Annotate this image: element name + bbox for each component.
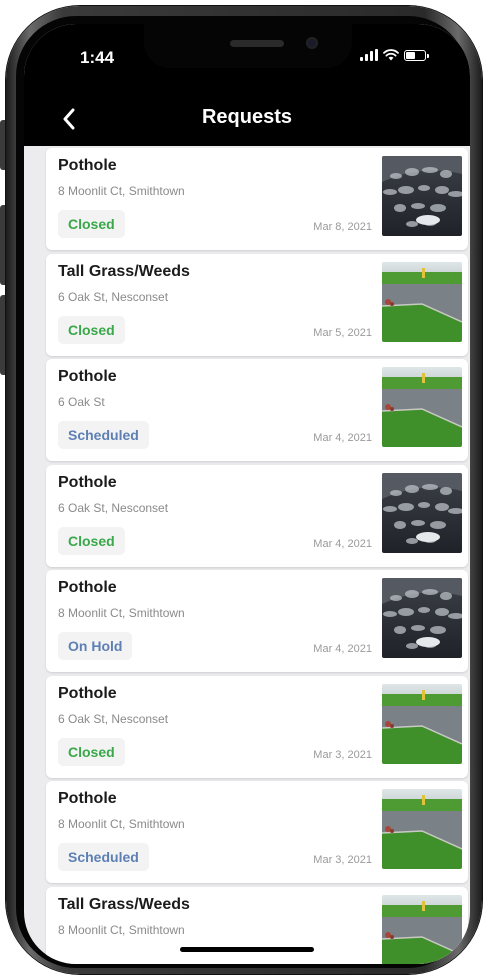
phone-mockup: 1:44 Requests Pothole 8 Moonlit Ct, Smit… [0,0,491,980]
request-card[interactable]: Pothole 8 Moonlit Ct, Smithtown On Hold Mar… [46,570,468,672]
pothole-photo-icon [382,156,462,236]
grass-photo-icon [382,894,462,964]
grass-photo-icon [382,683,462,764]
request-card[interactable]: Pothole 8 Moonlit Ct, Smithtown Scheduled M… [46,781,468,883]
request-address: 8 Moonlit Ct, Smithtown [58,184,185,198]
status-badge: Closed [58,210,125,238]
request-card[interactable]: Pothole 6 Oak St, Nesconset Closed Mar 3, 2… [46,675,468,778]
status-badge: Scheduled [58,843,149,871]
nav-bar: Requests [24,92,470,146]
wifi-icon [383,49,399,61]
grass-photo-icon [382,367,462,447]
request-card[interactable]: Pothole 6 Oak St, Nesconset Closed Mar 4, 2… [46,464,468,567]
request-thumbnail [382,789,462,869]
page-title: Requests [201,106,293,128]
status-bar: 1:44 [24,24,470,92]
request-address: 6 Oak St, Nesconset [58,289,169,304]
pothole-photo-icon [382,578,462,658]
request-address: 6 Oak St, Nesconset [58,711,169,726]
request-date: Mar 8, 2021 [313,221,372,233]
request-card[interactable]: Tall Grass/Weeds 6 Oak St, Nesconset Close… [46,253,468,356]
request-date: Mar 3, 2021 [313,854,372,866]
request-address: 8 Moonlit Ct, Smithtown [58,922,185,937]
request-card[interactable]: Pothole 8 Moonlit Ct, Smithtown Closed Mar … [46,148,468,250]
request-address: 8 Moonlit Ct, Smithtown [58,606,185,620]
status-badge: Closed [58,315,125,344]
home-indicator [180,947,314,952]
status-time: 1:44 [80,48,115,67]
request-thumbnail [382,578,462,658]
grass-photo-icon [382,261,462,342]
request-thumbnail [382,472,462,553]
status-badge: Scheduled [58,421,149,449]
status-badge: Closed [58,737,125,766]
request-date: Mar 5, 2021 [313,326,372,339]
request-title: Pothole [58,473,117,491]
request-thumbnail [382,683,462,764]
phone-screen: 1:44 Requests Pothole 8 Moonlit Ct, Smit… [24,24,470,964]
request-title: Pothole [58,790,117,807]
status-badge: On Hold [58,632,133,660]
request-thumbnail [382,156,462,236]
request-date: Mar 4, 2021 [313,432,372,444]
request-address: 6 Oak St, Nesconset [58,500,169,515]
status-badge: Closed [58,526,125,555]
front-camera [306,37,318,49]
request-title: Pothole [58,368,117,385]
request-date: Mar 4, 2021 [313,537,372,550]
request-date: Mar 4, 2021 [313,643,372,655]
request-title: Tall Grass/Weeds [58,895,190,913]
request-address: 8 Moonlit Ct, Smithtown [58,817,185,831]
request-thumbnail [382,894,462,964]
battery-icon [404,50,429,61]
request-title: Pothole [58,579,117,596]
notch [144,24,352,68]
request-address: 6 Oak St [58,395,105,409]
request-title: Pothole [58,157,117,174]
pothole-photo-icon [382,472,462,553]
request-card[interactable]: Pothole 6 Oak St Scheduled Mar 4, 2021 [46,359,468,461]
status-icons [360,49,429,61]
request-title: Pothole [58,684,117,702]
request-date: Mar 3, 2021 [313,748,372,761]
grass-photo-icon [382,789,462,869]
request-thumbnail [382,367,462,447]
request-title: Tall Grass/Weeds [58,262,190,280]
request-thumbnail [382,261,462,342]
request-card[interactable]: Tall Grass/Weeds 8 Moonlit Ct, Smithtown [46,886,468,964]
speaker [230,40,284,47]
signal-icon [360,49,378,61]
